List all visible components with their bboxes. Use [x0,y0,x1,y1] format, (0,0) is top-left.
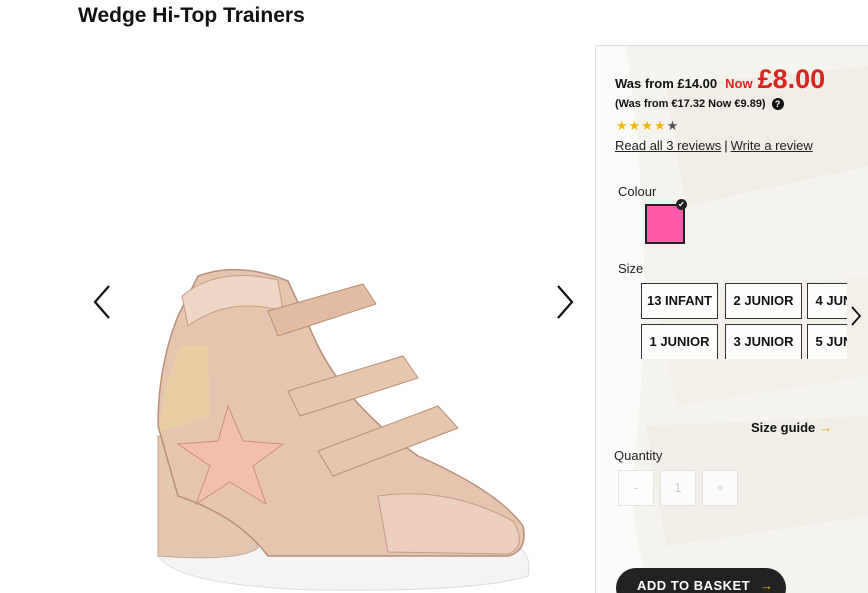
arrow-right-icon: → [819,420,833,435]
chevron-right-icon [851,306,862,326]
quantity-input[interactable]: 1 [660,470,696,506]
help-icon[interactable]: ? [771,98,784,110]
purchase-panel: Was from £14.00 Now £8.00 (Was from €17.… [595,45,868,593]
size-option[interactable]: 2 JUNIOR [725,283,802,319]
colour-swatch-pink[interactable] [645,204,685,244]
euro-price: (Was from €17.32 Now €9.89) [615,98,766,110]
size-option[interactable]: 4 JUNIOR [807,283,847,319]
size-options: 13 INFANT 2 JUNIOR 4 JUNIOR 1 JUNIOR 3 J… [641,283,847,359]
add-to-basket-button[interactable]: ADD TO BASKET → [616,568,786,593]
colour-label: Colour [618,184,657,199]
size-guide-label: Size guide [751,420,816,435]
price-row: Was from £14.00 Now £8.00 [615,64,825,95]
size-option[interactable]: 13 INFANT [641,283,718,319]
size-guide-link[interactable]: Size guide → [751,420,832,435]
gallery-next-button[interactable] [553,282,577,322]
checkmark-icon: ✔ [676,199,687,210]
size-option[interactable]: 3 JUNIOR [725,324,802,359]
read-reviews-link[interactable]: Read all 3 reviews [615,138,721,153]
product-image [157,268,530,591]
chevron-right-icon [557,285,574,319]
add-to-basket-label: ADD TO BASKET [637,578,751,593]
quantity-stepper: - 1 + [618,470,738,506]
star-empty-icon: ★ [666,118,680,133]
size-option[interactable]: 1 JUNIOR [641,324,718,359]
page-title: Wedge Hi-Top Trainers [78,4,305,27]
write-review-link[interactable]: Write a review [731,138,813,153]
rating-stars: ★★★★★ [616,118,679,134]
was-price: Was from £14.00 [615,76,718,91]
quantity-increase-button[interactable]: + [702,470,738,506]
euro-price-row: (Was from €17.32 Now €9.89) ? [615,98,784,110]
reviews-separator: | [724,138,728,153]
quantity-decrease-button[interactable]: - [618,470,654,506]
arrow-right-icon: → [760,578,774,593]
now-price: £8.00 [757,64,826,94]
reviews-links: Read all 3 reviews | Write a review [615,138,813,153]
product-gallery [78,46,588,592]
star-filled-icon: ★★★★ [616,118,667,133]
gallery-prev-button[interactable] [90,282,114,322]
size-scroll-next-button[interactable] [849,304,863,328]
size-option[interactable]: 5 JUNIOR [807,324,847,359]
chevron-left-icon [93,285,110,319]
now-label: Now [725,76,753,91]
size-label: Size [618,261,644,276]
quantity-label: Quantity [614,448,663,463]
